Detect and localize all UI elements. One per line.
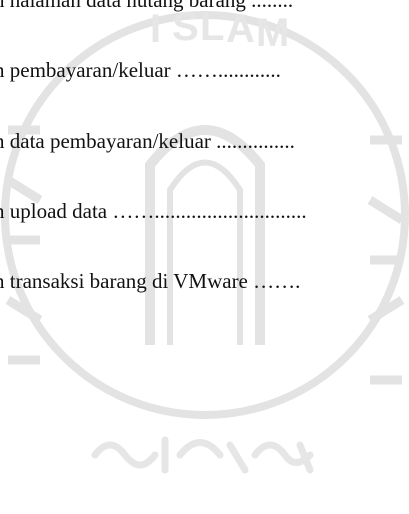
table-of-contents: n halaman data hutang barang ........ n …: [0, 0, 409, 514]
toc-entry-transaksi-vmware: n transaksi barang di VMware …….: [0, 269, 301, 293]
toc-entry-upload-data: n upload data ……........................…: [0, 199, 307, 223]
toc-entry-data-pembayaran-keluar: n data pembayaran/keluar ...............: [0, 129, 295, 153]
toc-entry-pembayaran-keluar: n pembayaran/keluar ……............: [0, 58, 281, 82]
toc-entry-hutang-barang: n halaman data hutang barang ........: [0, 0, 294, 12]
